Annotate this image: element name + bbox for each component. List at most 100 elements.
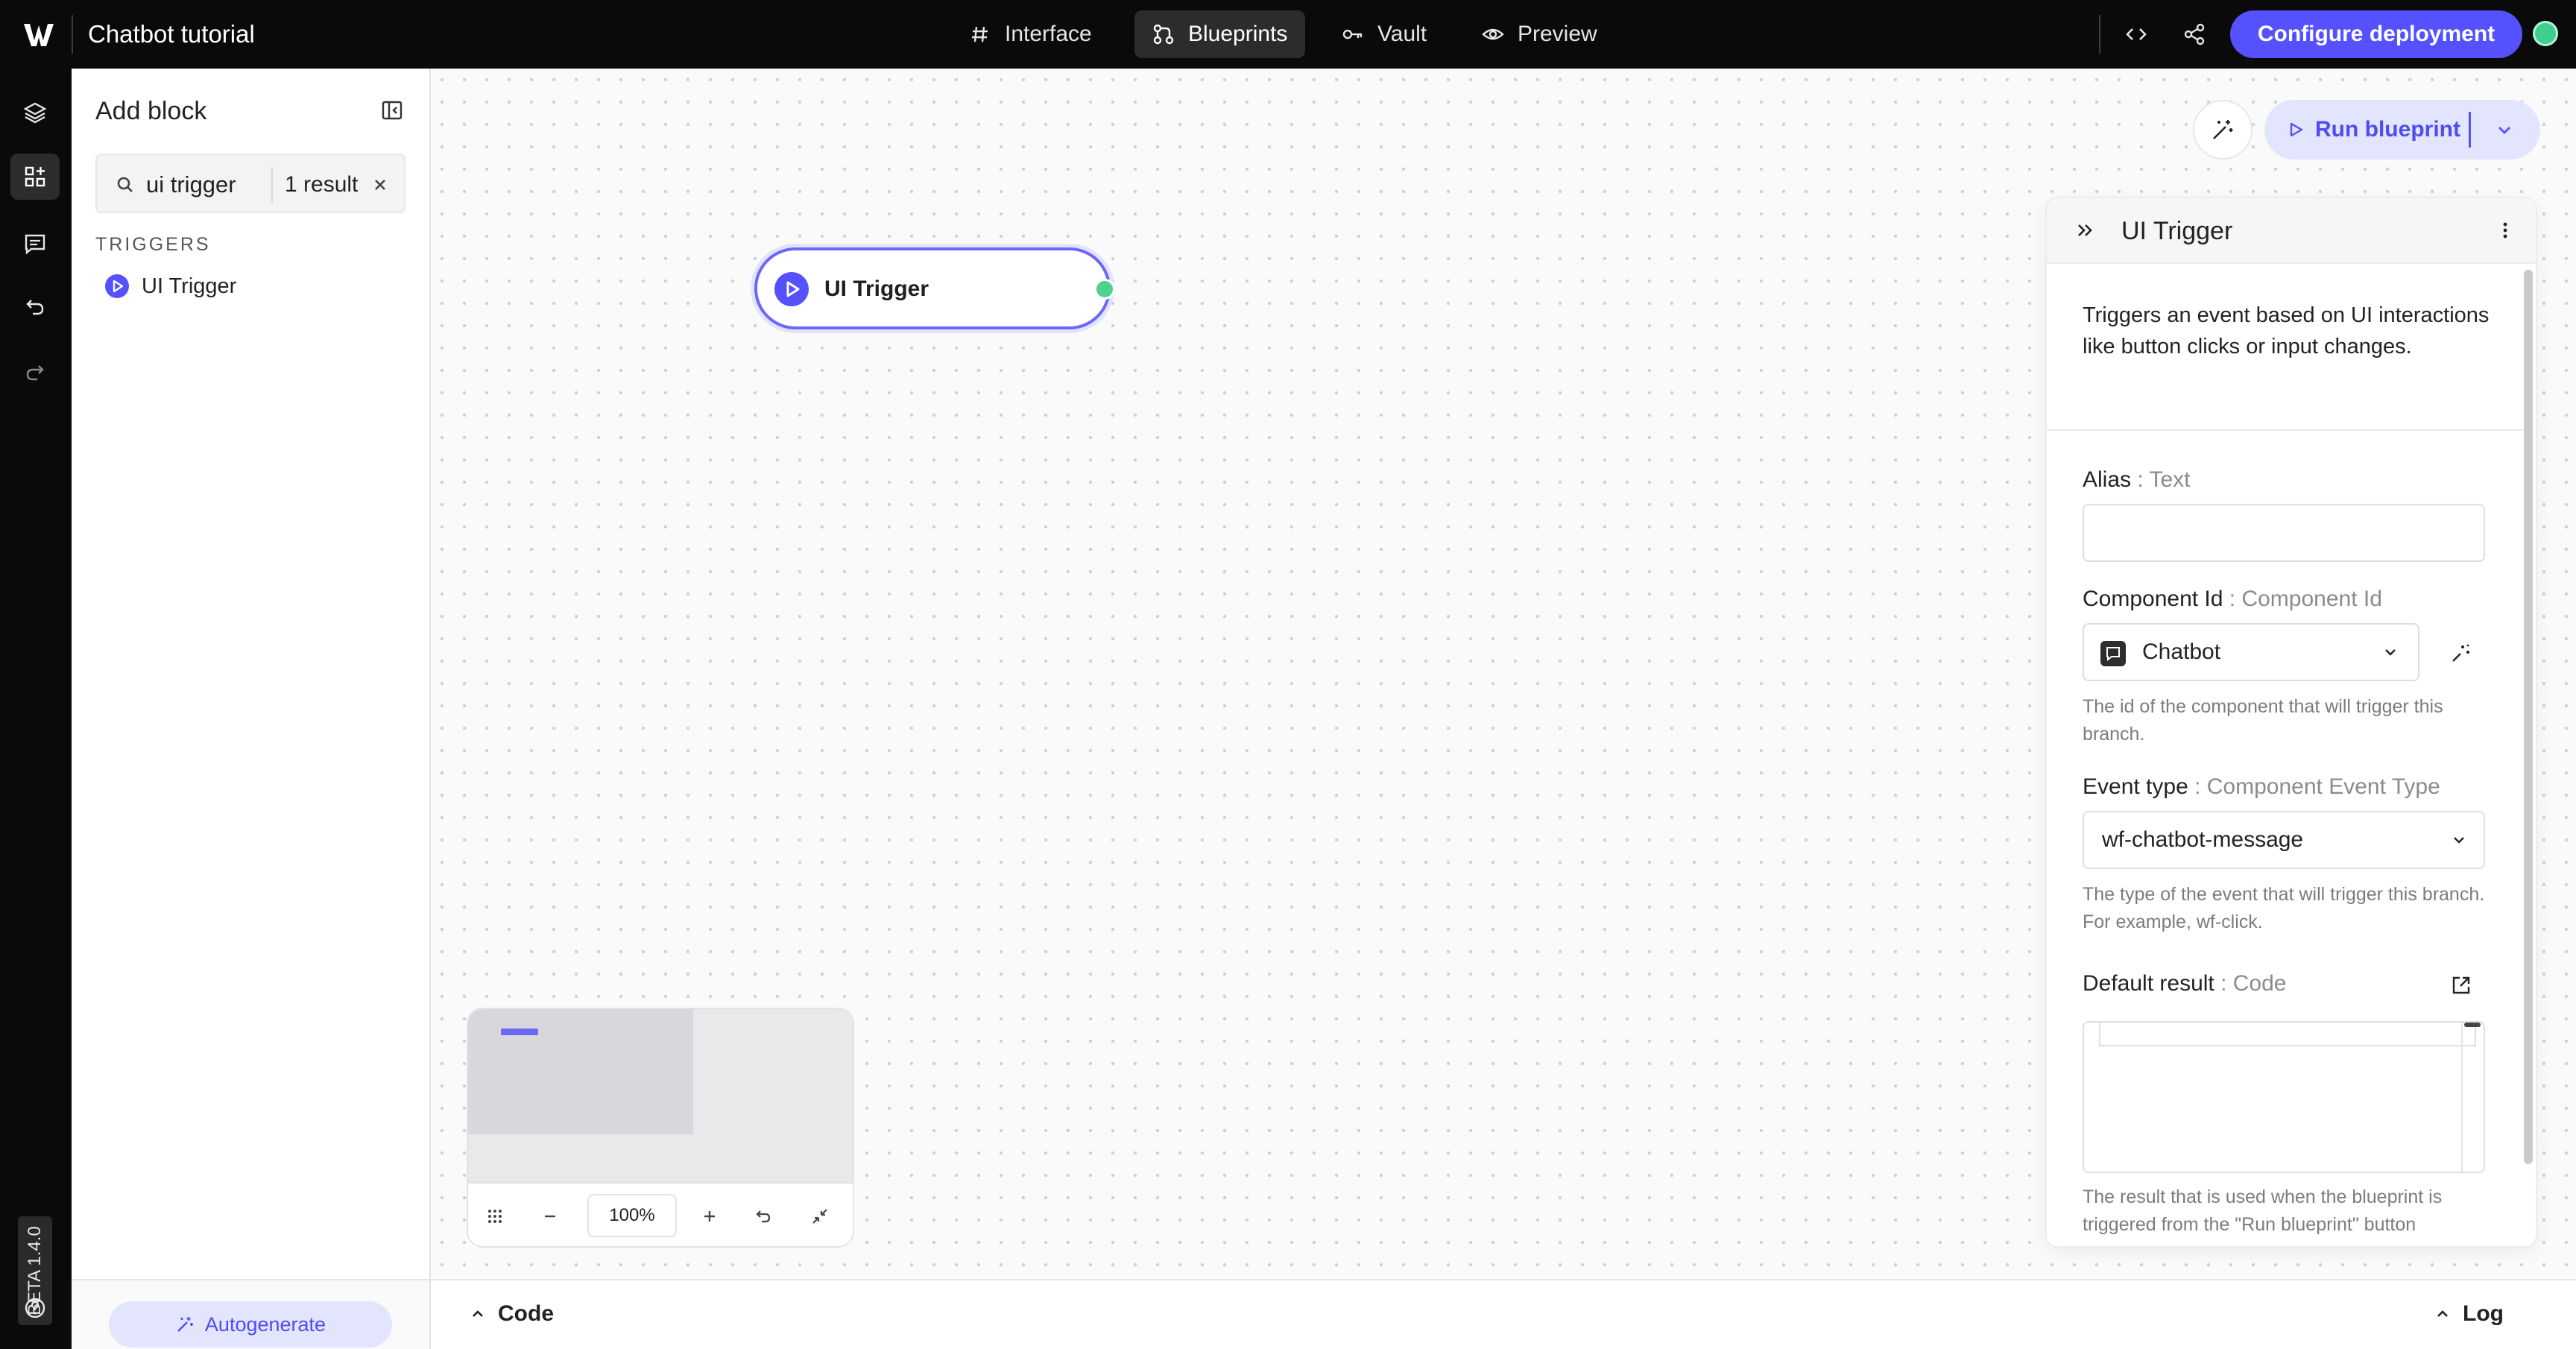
field-name: Alias [2083, 467, 2132, 492]
tab-interface[interactable]: Interface [951, 10, 1110, 58]
top-bar: Chatbot tutorial Interface Blueprints Va… [0, 0, 2576, 69]
run-blueprint-button[interactable]: Run blueprint [2264, 100, 2540, 159]
grid-button[interactable] [480, 1201, 510, 1231]
run-blueprint-label: Run blueprint [2315, 117, 2460, 142]
autogenerate-button[interactable]: Autogenerate [109, 1301, 392, 1348]
add-block-icon [25, 166, 45, 187]
magic-wand-icon [2213, 120, 2233, 139]
add-block-panel: Add block ui trigger 1 result TRIGGERS U… [72, 69, 431, 1349]
play-icon [2290, 122, 2303, 137]
default-result-help: The result that is used when the bluepri… [2083, 1187, 2443, 1235]
minimap-node [501, 1029, 538, 1035]
hash-icon [972, 26, 988, 42]
minus-icon [545, 1215, 555, 1218]
section-label-triggers: TRIGGERS [95, 234, 211, 255]
event-type-label: Event type : Component Event Type [2083, 772, 2440, 802]
help-button[interactable] [10, 1285, 60, 1331]
settings-scrollbar[interactable] [2524, 270, 2533, 1164]
chevron-down-icon [2385, 649, 2396, 656]
default-result-label: Default result : Code [2083, 969, 2286, 999]
magic-wand-icon [177, 1317, 193, 1332]
search-icon [117, 177, 133, 192]
chevron-down-icon[interactable] [2494, 119, 2515, 140]
node-output-port[interactable] [1094, 279, 1115, 300]
layers-button[interactable] [10, 89, 60, 136]
fit-view-button[interactable] [805, 1201, 835, 1231]
undo-icon [26, 300, 44, 315]
settings-title: UI Trigger [2121, 217, 2233, 245]
zoom-in-button[interactable] [695, 1201, 724, 1231]
panel-footer: Autogenerate [72, 1279, 429, 1349]
clear-search-icon[interactable] [370, 174, 391, 195]
collapse-arrows-icon [812, 1209, 827, 1224]
event-type-value: wf-chatbot-message [2102, 827, 2304, 852]
autogenerate-wand-button[interactable] [2193, 100, 2253, 159]
more-vertical-icon[interactable] [2494, 219, 2516, 241]
configure-deployment-button[interactable]: Configure deployment [2230, 10, 2522, 58]
code-brackets-icon[interactable] [2123, 21, 2150, 48]
play-circle-icon [774, 272, 809, 306]
code-label: Code [498, 1301, 554, 1326]
status-indicator [2533, 21, 2558, 46]
play-circle-icon [105, 274, 129, 298]
tab-vault-label: Vault [1377, 22, 1427, 46]
chat-icon [25, 234, 45, 255]
tab-blueprints[interactable]: Blueprints [1134, 10, 1306, 58]
field-name: Default result [2083, 971, 2214, 996]
chevrons-right-icon[interactable] [2074, 219, 2096, 241]
component-id-help: The id of the component that will trigge… [2083, 696, 2443, 745]
block-item-label: UI Trigger [142, 274, 237, 298]
block-item-ui-trigger[interactable]: UI Trigger [95, 264, 405, 309]
ui-trigger-node[interactable]: UI Trigger [754, 247, 1115, 329]
code-panel-toggle[interactable]: Code [468, 1301, 554, 1327]
tab-preview[interactable]: Preview [1464, 10, 1615, 58]
log-panel-toggle[interactable]: Log [2433, 1301, 2504, 1327]
search-result-count: 1 result [285, 172, 359, 197]
default-result-code-editor[interactable] [2083, 1021, 2485, 1173]
code-line [2099, 1023, 2476, 1046]
zoom-out-button[interactable] [535, 1201, 565, 1231]
component-id-label: Component Id : Component Id [2083, 584, 2382, 614]
share-icon[interactable] [2181, 21, 2208, 48]
minimap[interactable]: 100% [467, 1008, 854, 1248]
chatbot-component-icon [2100, 641, 2126, 666]
field-type: : Text [2131, 467, 2191, 492]
app-title: Chatbot tutorial [88, 20, 255, 48]
event-type-select[interactable]: wf-chatbot-message [2083, 811, 2485, 869]
alias-input[interactable] [2083, 504, 2485, 562]
chat-bubble-icon [2106, 647, 2120, 662]
minimap-view[interactable] [468, 1009, 853, 1182]
event-type-help: The type of the event that will trigger … [2083, 884, 2485, 932]
code-scrollbar[interactable] [2461, 1023, 2463, 1172]
key-icon [1342, 29, 1363, 40]
reset-icon [756, 1210, 771, 1223]
block-search-input[interactable]: ui trigger 1 result [95, 154, 405, 213]
layers-icon [23, 102, 47, 124]
chevron-down-icon [2454, 837, 2464, 844]
block-description: Triggers an event based on UI interactio… [2083, 303, 2490, 358]
add-block-button[interactable] [10, 154, 60, 200]
zoom-level[interactable]: 100% [587, 1194, 677, 1237]
redo-button[interactable] [10, 349, 60, 395]
component-id-select[interactable]: Chatbot [2083, 623, 2419, 681]
redo-icon [26, 365, 44, 381]
divider [271, 167, 273, 203]
reset-view-button[interactable] [748, 1201, 778, 1231]
collapse-panel-icon[interactable] [380, 98, 404, 122]
open-external-icon[interactable] [2449, 973, 2473, 997]
code-scroll-thumb[interactable] [2464, 1023, 2481, 1027]
autogenerate-label: Autogenerate [204, 1312, 326, 1336]
divider [2469, 112, 2471, 148]
component-id-value: Chatbot [2142, 639, 2221, 664]
undo-button[interactable] [10, 283, 60, 329]
blueprint-icon [1153, 24, 1174, 45]
field-type: : Component Id [2223, 587, 2382, 611]
tab-vault[interactable]: Vault [1324, 10, 1445, 58]
chat-button[interactable] [10, 221, 60, 267]
grid-dots-icon [488, 1210, 502, 1223]
pick-component-icon[interactable] [2449, 641, 2473, 665]
divider [2047, 429, 2524, 431]
panel-title: Add block [95, 97, 207, 125]
field-type: : Code [2214, 971, 2287, 996]
writer-logo-icon[interactable] [22, 21, 55, 48]
